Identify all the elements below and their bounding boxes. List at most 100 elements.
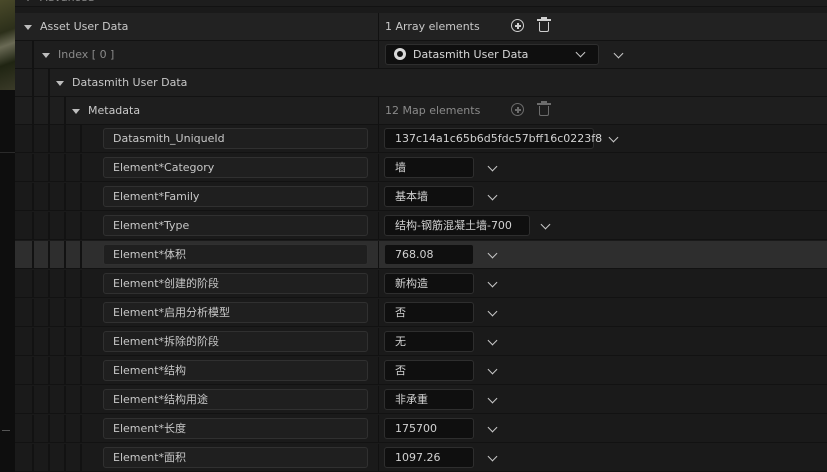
map-entry-row[interactable]: Element*体积 768.08 (15, 241, 827, 269)
column-splitter[interactable] (378, 125, 379, 152)
map-entry-row[interactable]: Element*创建的阶段 新构造 (15, 270, 827, 298)
map-entry-row[interactable]: Element*拆除的阶段 无 (15, 328, 827, 356)
column-splitter[interactable] (378, 357, 379, 384)
chevron-down-icon[interactable] (487, 190, 498, 201)
chevron-down-icon[interactable] (487, 393, 498, 404)
map-value-field[interactable]: 137c14a1c65b6d5fdc57bff16c0223f8 (384, 128, 602, 149)
map-entry-row[interactable]: Element*结构用途 非承重 (15, 386, 827, 414)
chevron-down-icon[interactable] (487, 335, 498, 346)
map-value-field[interactable]: 无 (384, 331, 474, 352)
indent-guide (64, 386, 66, 413)
collapse-arrow-icon[interactable] (24, 0, 32, 1)
advanced-section-row[interactable]: Advanced (15, 0, 827, 7)
indent-guide (32, 41, 34, 68)
indent-guide (48, 69, 50, 96)
map-value-field[interactable]: 新构造 (384, 273, 474, 294)
map-value-field[interactable]: 结构-钢筋混凝土墙-700 (384, 215, 530, 236)
map-key-field[interactable]: Element*结构用途 (103, 389, 368, 410)
chevron-down-icon[interactable] (487, 451, 498, 462)
map-entry-row[interactable]: Element*面积 1097.26 (15, 444, 827, 472)
column-splitter[interactable] (378, 212, 379, 239)
indent-guide (80, 357, 82, 384)
map-key-field[interactable]: Element*Type (103, 215, 368, 236)
expand-arrow-icon[interactable] (42, 53, 50, 58)
map-value-field[interactable]: 否 (384, 360, 474, 381)
column-splitter[interactable] (378, 241, 379, 268)
map-key-field[interactable]: Element*Family (103, 186, 368, 207)
map-entry-row[interactable]: Element*启用分析模型 否 (15, 299, 827, 327)
indent-guide (64, 125, 66, 152)
indent-guide (64, 357, 66, 384)
chevron-down-icon[interactable] (487, 161, 498, 172)
chevron-down-icon[interactable] (487, 248, 498, 259)
chevron-down-icon[interactable] (487, 306, 498, 317)
chevron-down-icon[interactable] (487, 277, 498, 288)
indent-guide (48, 357, 50, 384)
column-splitter[interactable] (378, 183, 379, 210)
column-splitter[interactable] (378, 13, 379, 40)
map-key-field[interactable]: Element*拆除的阶段 (103, 331, 368, 352)
map-value-field[interactable]: 1097.26 (384, 447, 474, 468)
map-key-field[interactable]: Element*Category (103, 157, 368, 178)
map-value-field[interactable]: 非承重 (384, 389, 474, 410)
expand-arrow-icon[interactable] (24, 25, 32, 30)
chevron-down-icon[interactable] (575, 47, 586, 58)
column-splitter[interactable] (378, 386, 379, 413)
map-entry-row[interactable]: Element*Category 墙 (15, 154, 827, 182)
indent-guide (32, 299, 34, 326)
map-value-field[interactable]: 175700 (384, 418, 474, 439)
column-splitter[interactable] (378, 97, 379, 124)
column-splitter[interactable] (378, 299, 379, 326)
map-entry-row[interactable]: Element*长度 175700 (15, 415, 827, 443)
map-entry-row[interactable]: Element*结构 否 (15, 357, 827, 385)
indent-guide (64, 241, 66, 268)
viewport-strip (0, 0, 15, 472)
map-value-field[interactable]: 基本墙 (384, 186, 474, 207)
column-splitter[interactable] (378, 328, 379, 355)
map-value-field[interactable]: 墙 (384, 157, 474, 178)
map-key-field[interactable]: Element*面积 (103, 447, 368, 468)
indent-guide (32, 97, 34, 124)
datasmith-user-data-row[interactable]: Datasmith User Data (15, 69, 827, 97)
trash-icon[interactable] (537, 17, 551, 34)
column-splitter[interactable] (378, 444, 379, 471)
column-splitter[interactable] (378, 270, 379, 297)
chevron-down-icon[interactable] (613, 48, 624, 59)
chevron-down-icon[interactable] (540, 219, 551, 230)
map-entry-row[interactable]: Element*Family 基本墙 (15, 183, 827, 211)
indent-guide (48, 125, 50, 152)
datasmith-user-data-label: Datasmith User Data (72, 76, 188, 89)
indent-guide (48, 386, 50, 413)
map-key-field[interactable]: Element*结构 (103, 360, 368, 381)
asset-user-data-row[interactable]: Asset User Data 1 Array elements (15, 13, 827, 41)
plus-circle-icon[interactable] (511, 103, 524, 116)
map-key-field[interactable]: Element*创建的阶段 (103, 273, 368, 294)
expand-arrow-icon[interactable] (72, 109, 80, 114)
map-count: 12 Map elements (385, 104, 481, 117)
datasmith-user-data-combo[interactable]: Datasmith User Data (385, 44, 599, 65)
map-key-field[interactable]: Element*体积 (103, 244, 368, 265)
map-key-field[interactable]: Datasmith_UniqueId (103, 128, 368, 149)
column-splitter[interactable] (378, 41, 379, 68)
metadata-row[interactable]: Metadata 12 Map elements (15, 97, 827, 125)
chevron-down-icon[interactable] (608, 132, 619, 143)
indent-guide (80, 241, 82, 268)
map-key-field[interactable]: Element*长度 (103, 418, 368, 439)
map-value-field[interactable]: 否 (384, 302, 474, 323)
column-splitter[interactable] (378, 415, 379, 442)
indent-guide (80, 270, 82, 297)
expand-arrow-icon[interactable] (56, 81, 64, 86)
indent-guide (48, 241, 50, 268)
map-key-field[interactable]: Element*启用分析模型 (103, 302, 368, 323)
plus-circle-icon[interactable] (511, 19, 524, 32)
chevron-down-icon[interactable] (487, 364, 498, 375)
index-0-row[interactable]: Index [ 0 ] Datasmith User Data (15, 41, 827, 69)
indent-guide (48, 154, 50, 181)
map-entry-row[interactable]: Element*Type 结构-钢筋混凝土墙-700 (15, 212, 827, 240)
trash-icon[interactable] (537, 101, 551, 118)
chevron-down-icon[interactable] (487, 422, 498, 433)
map-value-field[interactable]: 768.08 (384, 244, 474, 265)
column-splitter[interactable] (378, 154, 379, 181)
map-entry-row[interactable]: Datasmith_UniqueId 137c14a1c65b6d5fdc57b… (15, 125, 827, 153)
indent-guide (48, 299, 50, 326)
